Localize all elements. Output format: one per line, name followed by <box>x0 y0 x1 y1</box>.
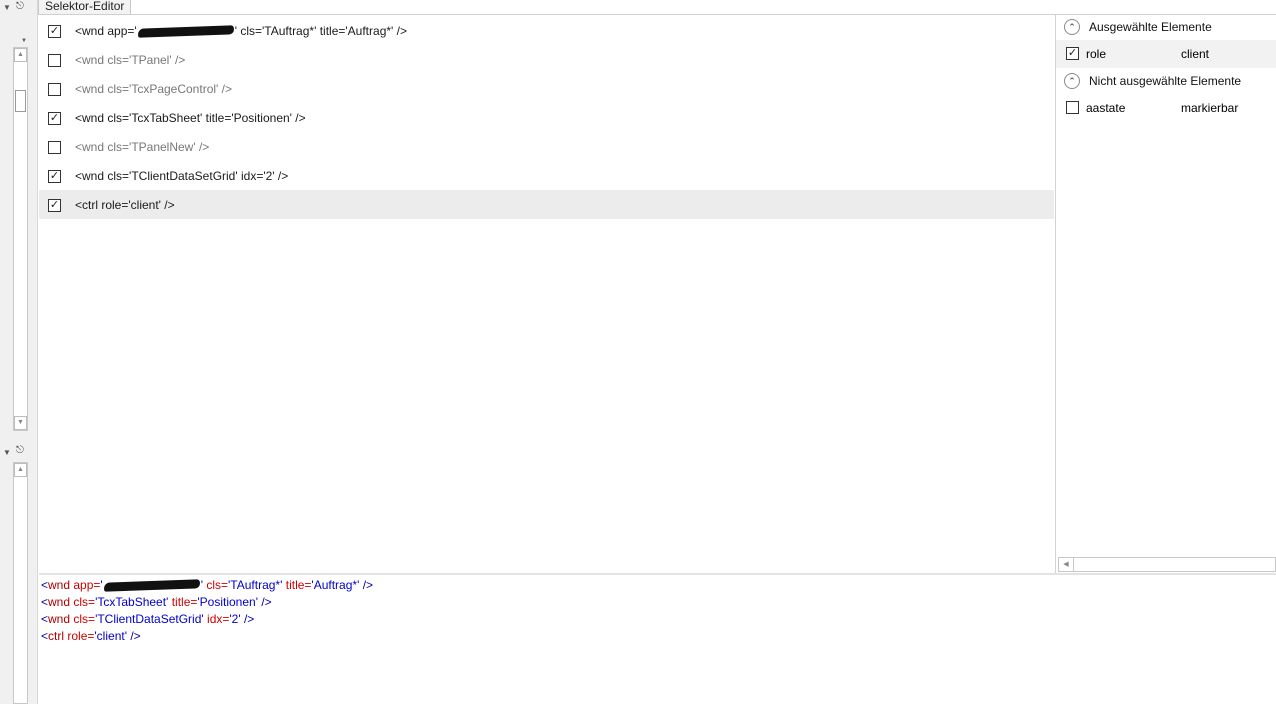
selector-row[interactable]: <wnd cls='TcxPageControl' /> <box>39 74 1054 103</box>
attribute-panel-hscrollbar[interactable]: ◀ <box>1058 557 1276 572</box>
selector-code-editor[interactable]: <wnd app=' ' cls='TAuftrag*' title='Auftr… <box>39 575 1276 704</box>
selector-row-text: <wnd cls='TcxPageControl' /> <box>75 82 232 96</box>
scroll-left-button[interactable]: ◀ <box>1059 558 1074 571</box>
attribute-row[interactable]: ✓ role client <box>1056 40 1276 68</box>
code-token: wnd <box>48 578 74 592</box>
code-token: role= <box>67 629 95 643</box>
code-token: 'TClientDataSetGrid' <box>95 612 204 626</box>
left-lower-scrollbar[interactable]: ▲ <box>13 462 28 704</box>
code-token: '2' <box>229 612 241 626</box>
redacted-value <box>103 579 200 593</box>
selector-row-text: <wnd app=' ' cls='TAuftrag*' title='Auftr… <box>75 24 407 39</box>
code-token: < <box>41 578 49 592</box>
code-line: <wnd app=' ' cls='TAuftrag*' title='Auftr… <box>41 578 374 593</box>
scroll-up-button[interactable]: ▲ <box>14 463 27 477</box>
attribute-checkbox[interactable]: ✓ <box>1066 47 1079 60</box>
selector-row[interactable]: ✓ <wnd app=' ' cls='TAuftrag*' title='Auft… <box>39 16 1054 45</box>
scroll-thumb[interactable] <box>15 90 26 112</box>
code-token: 'Positionen' <box>197 595 258 609</box>
tab-selektor-editor[interactable]: Selektor-Editor <box>38 0 132 14</box>
code-token: ' <box>100 578 103 592</box>
code-token: /> <box>240 612 255 626</box>
attribute-value: markierbar <box>1181 101 1239 115</box>
selector-row-text: <wnd cls='TPanel' /> <box>75 53 186 67</box>
code-token: idx= <box>203 612 230 626</box>
code-line: <wnd cls='TClientDataSetGrid' idx='2' /> <box>41 612 254 626</box>
code-token: 'TcxTabSheet' <box>95 595 169 609</box>
selector-row[interactable]: ✓ <wnd cls='TClientDataSetGrid' idx='2' /… <box>39 161 1054 190</box>
attribute-name: aastate <box>1086 101 1126 115</box>
selector-row[interactable]: ✓ <wnd cls='TcxTabSheet' title='Positione… <box>39 103 1054 132</box>
caret-down-icon[interactable]: ▼ <box>3 4 11 12</box>
code-token: ctrl <box>48 629 68 643</box>
attribute-checkbox[interactable] <box>1066 101 1079 114</box>
code-token: /> <box>258 595 272 609</box>
code-token: app= <box>73 578 101 592</box>
selector-row-text: <wnd cls='TcxTabSheet' title='Positionen… <box>75 111 306 125</box>
code-token: wnd <box>48 612 74 626</box>
attribute-row[interactable]: aastate markierbar <box>1056 94 1276 122</box>
attribute-panel: ⌃ Ausgewählte Elemente ✓ role client ⌃ Nic… <box>1056 15 1276 573</box>
left-upper-scrollbar[interactable]: ▲ ▼ <box>13 47 28 431</box>
node-checkbox[interactable] <box>48 54 61 67</box>
code-token: title= <box>282 578 312 592</box>
code-token: cls= <box>203 578 229 592</box>
redacted-value <box>137 25 234 39</box>
selected-elements-header[interactable]: ⌃ Ausgewählte Elemente <box>1064 17 1276 37</box>
code-line: <wnd cls='TcxTabSheet' title='Positionen… <box>41 595 272 609</box>
selector-row-text: <wnd cls='TClientDataSetGrid' idx='2' /> <box>75 169 289 183</box>
code-token: /> <box>359 578 374 592</box>
selector-row[interactable]: ✓ <ctrl role='client' /> <box>39 190 1054 219</box>
chevron-up-icon[interactable]: ⌃ <box>1064 73 1080 89</box>
selector-row-text: <wnd cls='TPanelNew' /> <box>75 140 210 154</box>
node-checkbox[interactable]: ✓ <box>48 112 61 125</box>
pin-icon[interactable]: ⎋ <box>15 1 25 13</box>
node-checkbox[interactable] <box>48 83 61 96</box>
attribute-value: client <box>1181 47 1210 61</box>
node-checkbox[interactable]: ✓ <box>48 170 61 183</box>
selector-node-list: ✓ <wnd app=' ' cls='TAuftrag*' title='Auft… <box>39 15 1055 573</box>
selector-row[interactable]: <wnd cls='TPanelNew' /> <box>39 132 1054 161</box>
code-token: /> <box>127 629 141 643</box>
code-token: title= <box>168 595 198 609</box>
selector-row[interactable]: <wnd cls='TPanel' /> <box>39 45 1054 74</box>
code-token: cls= <box>73 595 96 609</box>
node-checkbox[interactable]: ✓ <box>48 199 61 212</box>
chevron-up-icon[interactable]: ⌃ <box>1064 19 1080 35</box>
caret-down-icon[interactable]: ▼ <box>3 449 11 457</box>
code-token: 'Auftrag*' <box>311 578 360 592</box>
dropdown-arrow-icon[interactable]: ▼ <box>21 37 27 45</box>
code-token: < <box>41 629 49 643</box>
code-token: 'TAuftrag*' <box>228 578 283 592</box>
code-token: 'client' <box>94 629 127 643</box>
code-line: <ctrl role='client' /> <box>41 629 141 643</box>
selector-row-text: <ctrl role='client' /> <box>75 198 175 212</box>
code-token: < <box>41 595 49 609</box>
scroll-up-button[interactable]: ▲ <box>14 48 27 62</box>
node-checkbox[interactable]: ✓ <box>48 25 61 38</box>
scroll-down-button[interactable]: ▼ <box>14 416 27 430</box>
pin-icon[interactable]: ⎋ <box>15 445 25 457</box>
node-checkbox[interactable] <box>48 141 61 154</box>
attribute-name: role <box>1086 47 1107 61</box>
code-token: < <box>41 612 49 626</box>
unselected-elements-header[interactable]: ⌃ Nicht ausgewählte Elemente <box>1064 71 1276 91</box>
code-token: cls= <box>73 612 96 626</box>
code-token: wnd <box>48 595 74 609</box>
